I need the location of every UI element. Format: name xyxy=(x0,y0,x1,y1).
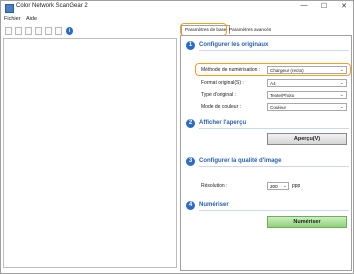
chevron-down-icon: ⌄ xyxy=(339,92,344,98)
window-controls: — ☐ ✕ xyxy=(299,2,349,10)
resolution-value: 200 xyxy=(270,184,278,189)
close-button[interactable]: ✕ xyxy=(339,2,349,10)
resolution-unit: ppp xyxy=(292,183,301,189)
resolution-label: Résolution : xyxy=(201,183,228,189)
section-configure-originals: Configurer les originaux xyxy=(199,42,269,48)
step-4-badge: 4 xyxy=(186,201,195,210)
step-3-badge: 3 xyxy=(186,157,195,166)
menu-help[interactable]: Aide xyxy=(26,16,37,22)
original-type-label: Type d'original : xyxy=(201,92,236,98)
original-size-value: A4 xyxy=(270,81,276,86)
chevron-down-icon: ⌄ xyxy=(282,183,287,189)
step-1-badge: 1 xyxy=(186,41,195,50)
section-divider xyxy=(199,210,349,211)
maximize-button[interactable]: ☐ xyxy=(319,2,329,10)
original-type-select[interactable]: Texte/Photo ⌄ xyxy=(267,91,347,99)
chevron-down-icon: ⌄ xyxy=(339,104,344,110)
color-mode-label: Mode de couleur : xyxy=(201,104,242,110)
copy-icon[interactable] xyxy=(45,27,52,35)
chevron-down-icon: ⌄ xyxy=(339,80,344,86)
scangear-window: Color Network ScanGear 2 — ☐ ✕ Fichier A… xyxy=(0,0,354,274)
scan-button[interactable]: Numériser xyxy=(267,216,347,228)
menu-bar: Fichier Aide xyxy=(1,15,353,24)
tab-content: 1 Configurer les originaux Méthode de nu… xyxy=(180,35,352,271)
section-divider xyxy=(199,166,349,167)
chevron-down-icon: ⌄ xyxy=(339,67,344,73)
menu-file[interactable]: Fichier xyxy=(4,16,21,22)
print-icon[interactable] xyxy=(25,27,32,35)
zoom-icon[interactable] xyxy=(35,27,42,35)
original-size-label: Format original(S) : xyxy=(201,80,244,86)
original-size-select[interactable]: A4 ⌄ xyxy=(267,79,347,87)
original-type-value: Texte/Photo xyxy=(270,93,295,98)
tab-advanced-settings[interactable]: Paramètres avancés xyxy=(227,26,273,33)
section-divider xyxy=(199,50,349,51)
new-icon[interactable] xyxy=(5,27,12,35)
scan-method-label: Méthode de numérisation : xyxy=(201,67,261,73)
window-title: Color Network ScanGear 2 xyxy=(16,3,88,9)
minimize-button[interactable]: — xyxy=(299,2,309,10)
open-icon[interactable] xyxy=(15,27,22,35)
section-image-quality: Configurer la qualité d'image xyxy=(199,158,282,164)
title-bar: Color Network ScanGear 2 — ☐ ✕ xyxy=(1,1,353,15)
color-mode-value: Couleur xyxy=(270,105,287,110)
preview-button[interactable]: Aperçu(V) xyxy=(267,133,347,145)
app-icon xyxy=(5,4,14,13)
info-icon[interactable]: i xyxy=(66,27,73,35)
section-divider xyxy=(199,128,349,129)
scan-method-value: Chargeur (recto) xyxy=(270,68,304,73)
preview-area xyxy=(3,38,177,268)
section-scan: Numériser xyxy=(199,202,229,208)
scan-method-select[interactable]: Chargeur (recto) ⌄ xyxy=(267,66,347,74)
section-preview: Afficher l'aperçu xyxy=(199,120,247,126)
resolution-select[interactable]: 200 ⌄ xyxy=(267,182,289,190)
settings-panel: Paramètres de base Paramètres avancés 1 … xyxy=(180,23,352,271)
window-icon[interactable] xyxy=(55,27,62,35)
toolbar: i xyxy=(1,25,177,37)
color-mode-select[interactable]: Couleur ⌄ xyxy=(267,103,347,111)
step-2-badge: 2 xyxy=(186,119,195,128)
